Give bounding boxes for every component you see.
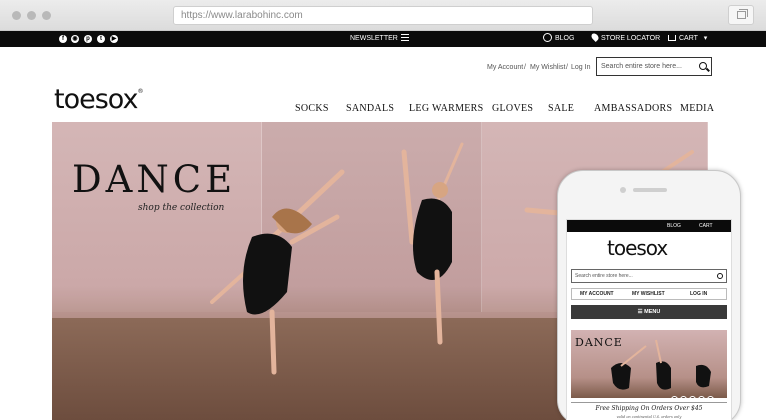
twitter-icon[interactable]: t [97,35,105,43]
newsletter-label: NEWSLETTER [350,35,398,42]
my-account-link[interactable]: My Account [487,64,523,71]
mobile-dancers-image [611,339,711,390]
my-wishlist-link[interactable]: My Wishlist [530,64,565,71]
mobile-search-placeholder: Search entire store here... [575,273,633,279]
close-window-icon[interactable] [12,11,21,20]
mobile-log-in[interactable]: LOG IN [690,289,707,300]
search-icon[interactable] [699,62,707,70]
search-input[interactable]: Search entire store here... [596,57,712,76]
shipping-note: valid on continental U.S. orders only [616,415,682,419]
instagram-icon[interactable]: ◉ [71,35,79,43]
facebook-icon[interactable]: f [59,35,67,43]
search-placeholder: Search entire store here... [601,63,682,70]
mobile-screen: BLOG CART toesox Search entire store her… [566,219,732,420]
nav-sandals[interactable]: SANDALS [346,103,394,114]
cart-icon [668,35,676,41]
nav-ambassadors[interactable]: AMBASSADORS [594,103,672,114]
mobile-search-input[interactable]: Search entire store here... [571,269,727,283]
nav-socks[interactable]: SOCKS [295,103,329,114]
cart-link[interactable]: CART ▾ [668,31,707,47]
registered-mark: ® [137,88,143,95]
mobile-my-account[interactable]: MY ACCOUNT [580,289,614,300]
separator: / [566,64,568,71]
address-bar[interactable]: https://www.larabohinc.com [173,6,593,25]
phone-mockup: BLOG CART toesox Search entire store her… [557,170,741,420]
dancer-image [401,142,464,345]
blog-icon [543,33,552,42]
mobile-hero-banner[interactable]: DANCE [571,330,727,398]
nav-sale[interactable]: SALE [548,103,574,114]
dancer-image [210,169,345,375]
store-locator-label: STORE LOCATOR [601,35,661,42]
mobile-menu-label: MENU [644,309,661,315]
phone-camera [620,187,626,193]
nav-media[interactable]: MEDIA [680,103,714,114]
pinterest-icon[interactable]: p [84,35,92,43]
mobile-menu-button[interactable]: ☰ MENU [571,305,727,319]
nav-gloves[interactable]: GLOVES [492,103,533,114]
browser-chrome: https://www.larabohinc.com [0,0,766,31]
map-pin-icon [590,32,600,42]
newsletter-link[interactable]: NEWSLETTER [350,31,409,47]
separator: / [524,64,526,71]
nav-leg-warmers[interactable]: LEG WARMERS [409,103,484,114]
slider-dots[interactable] [671,390,716,398]
blog-link[interactable]: BLOG [543,31,574,47]
mobile-account-links: MY ACCOUNT MY WISHLIST LOG IN [571,288,727,300]
mobile-shipping-banner: Free Shipping On Orders Over $45 valid o… [571,402,727,420]
cart-label: CART [679,35,698,42]
store-locator-link[interactable]: STORE LOCATOR [590,31,661,47]
blog-label: BLOG [555,35,575,42]
mobile-logo[interactable]: toesox [607,236,668,260]
youtube-icon[interactable]: ▶ [110,35,118,43]
toesox-logo[interactable]: toesox® [54,84,143,115]
mobile-cart-link[interactable]: CART [699,220,713,232]
shipping-text: Free Shipping On Orders Over $45 [595,405,703,412]
menu-icon [400,34,409,41]
maximize-window-icon[interactable] [42,11,51,20]
logo-text: toesox [54,84,138,115]
mobile-my-wishlist[interactable]: MY WISHLIST [632,289,665,300]
phone-speaker [633,188,667,192]
top-bar: f ◉ p t ▶ NEWSLETTER BLOG STORE LOCATOR … [0,31,766,47]
minimize-window-icon[interactable] [27,11,36,20]
mobile-top-bar: BLOG CART [567,220,731,232]
caret-down-icon: ▾ [703,35,708,42]
mobile-blog-link[interactable]: BLOG [667,220,681,232]
restore-window-button[interactable] [728,5,754,25]
search-icon[interactable] [717,273,723,279]
log-in-link[interactable]: Log In [571,64,590,71]
